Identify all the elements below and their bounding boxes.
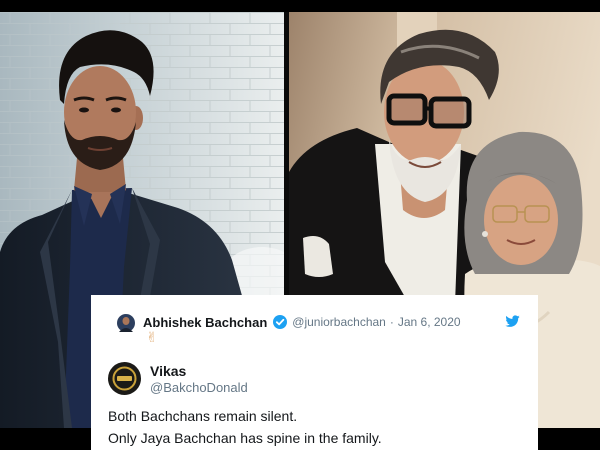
tweet-date: Jan 6, 2020 <box>397 315 461 329</box>
author-handle: @juniorbachchan <box>292 315 386 329</box>
tweet-header: Abhishek Bachchan @juniorbachchan · Jan 6,… <box>143 312 461 332</box>
author-name: Abhishek Bachchan <box>143 314 268 330</box>
top-black-bar <box>0 0 600 12</box>
reply-author-avatar <box>108 362 141 395</box>
eye-left <box>79 107 89 113</box>
reply-author-name: Vikas <box>150 363 187 379</box>
meta-separator: · <box>389 315 394 329</box>
author-meta: @juniorbachchan · Jan 6, 2020 <box>292 315 460 329</box>
tweet-body-emoji: ✌ <box>146 330 158 346</box>
eye-right <box>111 107 121 113</box>
reply-text-line: Both Bachchans remain silent. <box>108 408 298 424</box>
tweet-screenshot-card: Abhishek Bachchan @juniorbachchan · Jan 6,… <box>91 295 538 450</box>
news-image-composite: Abhishek Bachchan @juniorbachchan · Jan 6,… <box>0 0 600 450</box>
reply-text-line: Only Jaya Bachchan has spine in the fami… <box>108 430 382 446</box>
verified-badge-icon <box>273 315 288 329</box>
author-avatar <box>117 314 135 332</box>
face <box>484 175 558 265</box>
reply-author-handle: @BakchoDonald <box>150 380 248 395</box>
earring <box>482 231 488 237</box>
twitter-bird-icon <box>505 315 520 327</box>
